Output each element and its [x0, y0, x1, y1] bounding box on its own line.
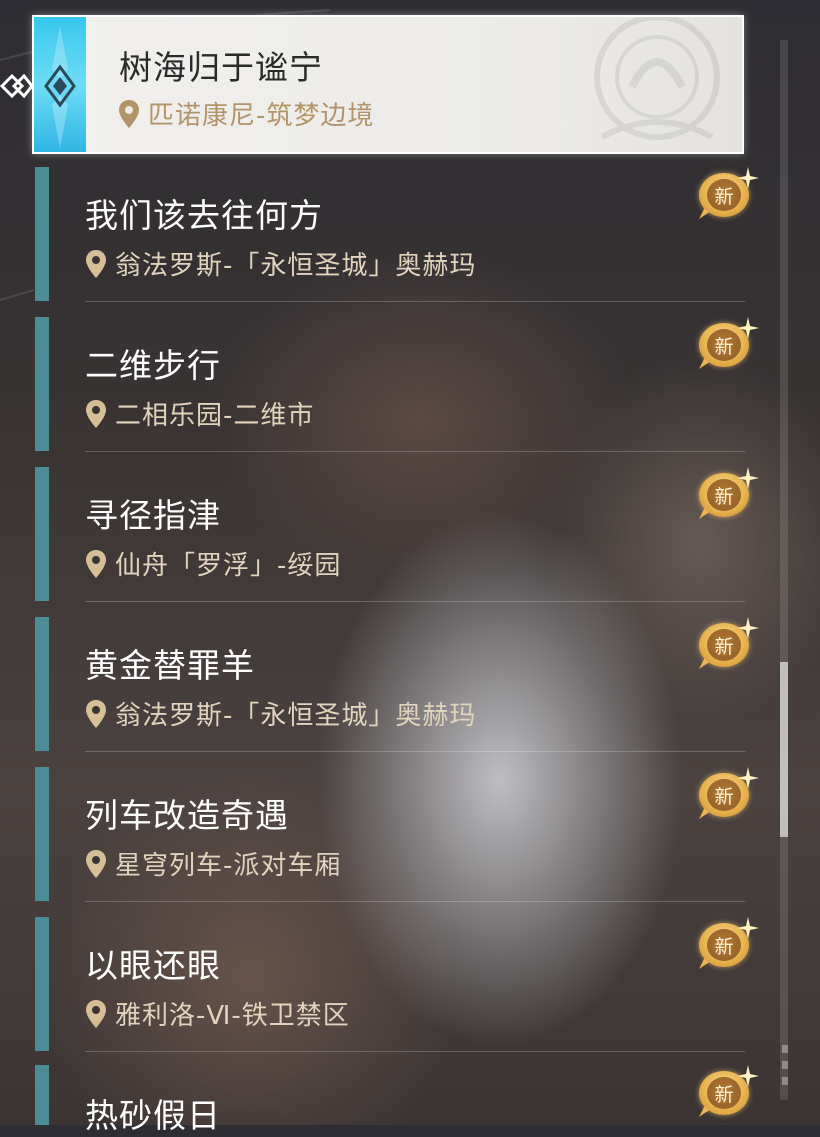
- new-badge-label: 新: [714, 486, 734, 508]
- mission-location: 翁法罗斯-「永恒圣城」奥赫玛: [85, 695, 476, 732]
- selected-mission-location: 匹诺康尼-筑梦边境: [118, 95, 374, 132]
- new-badge-icon: 新: [695, 767, 761, 823]
- mission-item-bar: [35, 167, 49, 301]
- mission-item[interactable]: 我们该去往何方 翁法罗斯-「永恒圣城」奥赫玛 新: [35, 167, 759, 317]
- map-pin-icon: [86, 549, 106, 578]
- mission-location: 仙舟「罗浮」-绥园: [85, 545, 341, 582]
- map-pin-icon: [86, 849, 106, 878]
- divider: [85, 301, 745, 302]
- selected-mission-card[interactable]: 树海归于谧宁 匹诺康尼-筑梦边境: [32, 15, 744, 154]
- mission-location: 二相乐园-二维市: [85, 395, 314, 432]
- mission-location-text: 仙舟「罗浮」-绥园: [115, 551, 342, 581]
- mission-title: 二维步行: [85, 346, 221, 385]
- mission-item[interactable]: 以眼还眼 雅利洛-Ⅵ-铁卫禁区 新: [35, 917, 759, 1067]
- mission-item[interactable]: 列车改造奇遇 星穹列车-派对车厢 新: [35, 767, 759, 917]
- mission-item-bar: [35, 317, 49, 451]
- mission-title: 黄金替罪羊: [85, 646, 255, 685]
- mission-title: 寻径指津: [85, 496, 221, 535]
- mission-item-bar: [35, 1065, 49, 1125]
- scrollbar-end-marks: [782, 1045, 788, 1093]
- new-badge-icon: 新: [695, 317, 761, 373]
- new-badge-label: 新: [714, 1084, 734, 1106]
- scrollbar-track[interactable]: [780, 40, 788, 1100]
- new-badge-icon: 新: [695, 617, 761, 673]
- mission-item-bar: [35, 467, 49, 601]
- mission-title: 我们该去往何方: [85, 196, 323, 235]
- mission-item-bar: [35, 617, 49, 751]
- mission-title: 列车改造奇遇: [85, 796, 289, 835]
- map-pin-icon: [86, 249, 106, 278]
- selected-mission-title: 树海归于谧宁: [119, 48, 323, 87]
- mission-location: 星穹列车-派对车厢: [85, 845, 341, 882]
- new-badge-icon: 新: [695, 917, 761, 973]
- mission-item[interactable]: 黄金替罪羊 翁法罗斯-「永恒圣城」奥赫玛 新: [35, 617, 759, 767]
- divider: [85, 1051, 745, 1052]
- new-badge-label: 新: [714, 936, 734, 958]
- divider: [85, 751, 745, 752]
- mission-title: 以眼还眼: [85, 946, 221, 985]
- mission-location: 雅利洛-Ⅵ-铁卫禁区: [85, 995, 350, 1032]
- new-badge-icon: 新: [695, 167, 761, 223]
- new-badge-label: 新: [714, 786, 734, 808]
- new-badge-label: 新: [714, 636, 734, 658]
- mission-location-text: 二相乐园-二维市: [115, 401, 315, 431]
- mission-item[interactable]: 二维步行 二相乐园-二维市 新: [35, 317, 759, 467]
- mission-location-text: 星穹列车-派对车厢: [115, 851, 342, 881]
- mission-location: 翁法罗斯-「永恒圣城」奥赫玛: [85, 245, 476, 282]
- mission-location-text: 翁法罗斯-「永恒圣城」奥赫玛: [115, 251, 477, 281]
- emblem-watermark-icon: [594, 17, 720, 140]
- scrollbar-thumb[interactable]: [780, 662, 788, 837]
- mission-type-strip: [34, 17, 86, 152]
- divider: [85, 901, 745, 902]
- map-pin-icon: [119, 99, 139, 128]
- diamond-icon: [44, 25, 76, 149]
- mission-location-text: 翁法罗斯-「永恒圣城」奥赫玛: [115, 701, 477, 731]
- selected-mission-location-text: 匹诺康尼-筑梦边境: [148, 101, 375, 131]
- mission-item[interactable]: 寻径指津 仙舟「罗浮」-绥园 新: [35, 467, 759, 617]
- map-pin-icon: [86, 699, 106, 728]
- mission-item-partial[interactable]: 热砂假日 新: [35, 1065, 759, 1135]
- new-badge-label: 新: [714, 336, 734, 358]
- map-pin-icon: [86, 399, 106, 428]
- new-badge-icon: 新: [695, 467, 761, 523]
- new-badge-label: 新: [714, 186, 734, 208]
- map-pin-icon: [86, 999, 106, 1028]
- divider: [85, 601, 745, 602]
- divider: [85, 451, 745, 452]
- mission-item-bar: [35, 767, 49, 901]
- mission-location-text: 雅利洛-Ⅵ-铁卫禁区: [115, 1001, 350, 1031]
- new-badge-icon: 新: [695, 1065, 761, 1121]
- mission-title: 热砂假日: [85, 1096, 221, 1135]
- double-chevron-icon: [0, 73, 34, 99]
- mission-item-bar: [35, 917, 49, 1051]
